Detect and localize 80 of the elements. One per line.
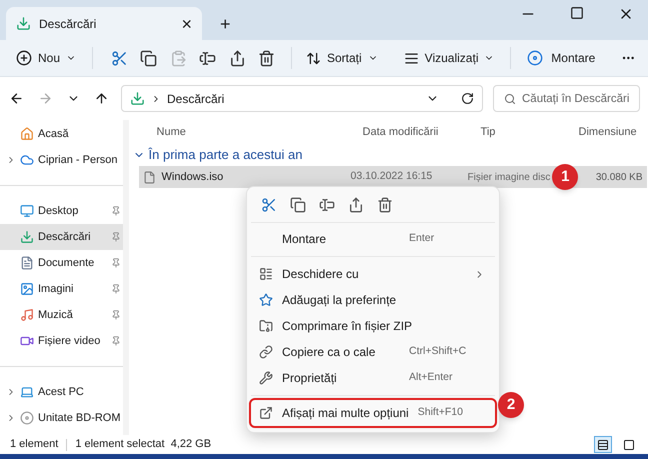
trash-icon[interactable] bbox=[377, 196, 393, 212]
scissors-icon[interactable] bbox=[261, 196, 277, 212]
sidebar-item[interactable]: Documente bbox=[0, 250, 123, 276]
wrench-icon bbox=[259, 371, 273, 385]
sort-button[interactable]: Sortați bbox=[302, 49, 382, 67]
copy-icon[interactable] bbox=[290, 196, 306, 212]
details-view-button[interactable] bbox=[594, 436, 612, 453]
new-tab-button[interactable]: + bbox=[220, 15, 231, 33]
column-header[interactable]: Nume bbox=[132, 124, 359, 140]
tab-title: Descărcări bbox=[39, 16, 98, 32]
sidebar-item[interactable]: Desktop bbox=[0, 198, 123, 224]
sidebar-item[interactable]: Acasă bbox=[0, 121, 123, 147]
computer-icon bbox=[20, 385, 34, 399]
apps-icon bbox=[259, 267, 273, 281]
refresh-icon[interactable] bbox=[461, 92, 474, 105]
pin-icon bbox=[110, 258, 121, 268]
column-header[interactable]: Data modificării bbox=[358, 124, 477, 140]
download-icon bbox=[16, 16, 31, 31]
menu-item[interactable]: Montare Enter bbox=[251, 226, 495, 252]
list-icon bbox=[597, 438, 609, 450]
new-button[interactable]: Nou bbox=[12, 49, 80, 67]
up-icon[interactable] bbox=[94, 91, 109, 106]
pin-icon bbox=[110, 310, 121, 320]
menu-item[interactable]: Deschidere cu bbox=[251, 261, 495, 287]
back-icon[interactable] bbox=[9, 91, 24, 106]
sidebar-item[interactable]: Fișiere video bbox=[0, 328, 123, 354]
sidebar-item[interactable]: Descărcări bbox=[0, 224, 123, 250]
mount-button[interactable]: Montare bbox=[523, 49, 600, 67]
download-icon bbox=[130, 91, 145, 106]
status-text: 1 element selectat 4,22 GB bbox=[75, 437, 212, 452]
pin-icon bbox=[110, 284, 121, 294]
pin-icon bbox=[110, 232, 121, 242]
sidebar-item[interactable]: Muzică bbox=[0, 302, 123, 328]
search-field[interactable]: Căutați în Descărcări bbox=[493, 85, 640, 112]
menu-item[interactable]: Afișați mai multe opțiuni Shift+F10 bbox=[251, 400, 495, 426]
column-header[interactable]: Dimensiune bbox=[574, 124, 647, 140]
column-header[interactable]: Tip bbox=[476, 124, 575, 140]
close-tab-button[interactable]: × bbox=[181, 14, 192, 32]
sidebar-item[interactable]: Ciprian - Person bbox=[0, 147, 123, 173]
document-icon bbox=[20, 256, 34, 270]
download-icon bbox=[20, 230, 34, 244]
plus-icon bbox=[16, 50, 32, 66]
menu-item[interactable]: Proprietăți Alt+Enter bbox=[251, 365, 495, 391]
sidebar-item[interactable]: Unitate BD-ROM bbox=[0, 405, 123, 431]
pin-icon bbox=[110, 336, 121, 346]
star-icon bbox=[259, 293, 273, 307]
menu-item[interactable]: Comprimare în fișier ZIP bbox=[251, 313, 495, 339]
menu-item[interactable]: Copiere ca o cale Ctrl+Shift+C bbox=[251, 339, 495, 365]
breadcrumb[interactable]: Descărcări bbox=[167, 90, 420, 108]
annotation-badge: 1 bbox=[552, 164, 578, 190]
sidebar-item[interactable]: Imagini bbox=[0, 276, 123, 302]
disc-icon bbox=[527, 50, 544, 66]
menu-item[interactable]: Adăugați la preferințe bbox=[251, 287, 495, 313]
tab[interactable]: Descărcări × bbox=[6, 7, 202, 40]
status-text: 1 element bbox=[10, 437, 58, 452]
zip-folder-icon bbox=[259, 319, 273, 333]
view-button[interactable]: Vizualizați bbox=[400, 49, 498, 67]
maximize-icon[interactable] bbox=[570, 6, 584, 20]
cloud-icon bbox=[20, 153, 34, 167]
group-header[interactable]: În prima parte a acestui an bbox=[132, 144, 647, 166]
home-icon bbox=[20, 127, 34, 141]
path-icon bbox=[259, 345, 273, 359]
sidebar-item[interactable]: Acest PC bbox=[0, 379, 123, 405]
address-bar[interactable]: Descărcări bbox=[121, 85, 483, 112]
search-icon bbox=[504, 93, 516, 105]
expand-icon bbox=[259, 406, 273, 420]
sort-icon bbox=[306, 50, 321, 66]
file-row[interactable]: Windows.iso 03.10.2022 16:15 Fișier imagine disc 1 30.080 KB bbox=[138, 166, 647, 188]
share-icon[interactable] bbox=[348, 196, 364, 212]
square-icon bbox=[623, 438, 635, 450]
lines-icon bbox=[404, 50, 419, 66]
desktop-icon bbox=[20, 204, 34, 218]
image-icon bbox=[20, 282, 34, 296]
file-icon bbox=[142, 170, 156, 184]
disc-icon bbox=[20, 411, 34, 425]
pin-icon bbox=[110, 206, 121, 216]
music-icon bbox=[20, 308, 34, 322]
rename-icon[interactable] bbox=[319, 196, 335, 212]
annotation-badge: 2 bbox=[498, 392, 524, 418]
video-icon bbox=[20, 334, 34, 348]
